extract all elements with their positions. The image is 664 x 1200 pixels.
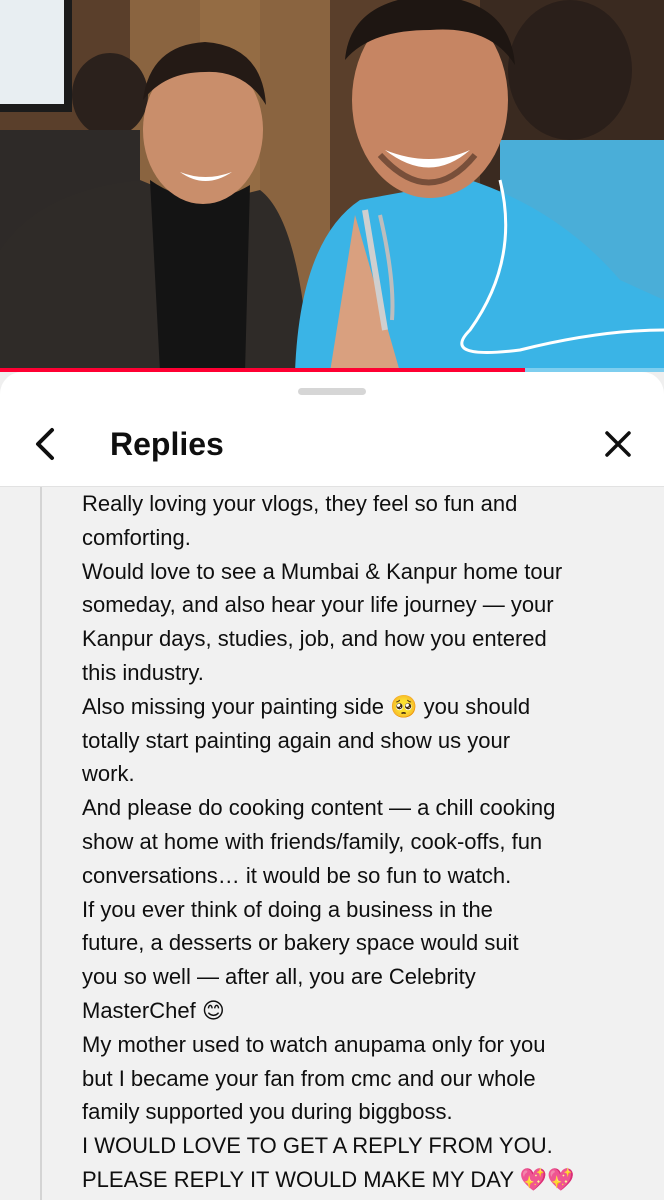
comment-line: And please do cooking content — a chill …: [82, 795, 556, 821]
video-frame-image: [0, 0, 664, 372]
comment-line: show at home with friends/family, cook-o…: [82, 828, 543, 854]
comment-line: but I became your fan from cmc and our w…: [82, 1065, 536, 1091]
sheet-title: Replies: [110, 426, 224, 462]
comment-line: Would love to see a Mumbai & Kanpur home…: [82, 558, 563, 584]
close-icon: [605, 431, 631, 457]
comment-line: this industry.: [82, 659, 204, 685]
chevron-left-icon: [36, 428, 54, 460]
close-button[interactable]: [594, 420, 642, 468]
thread-line: [40, 487, 42, 1200]
comment-line: family supported you during biggboss.: [82, 1099, 453, 1125]
comment-line: Really loving your vlogs, they feel so f…: [82, 491, 518, 516]
back-button[interactable]: [22, 420, 70, 468]
comment-line: future, a desserts or bakery space would…: [82, 930, 519, 956]
video-player[interactable]: [0, 0, 664, 372]
comment-line: conversations… it would be so fun to wat…: [82, 862, 512, 888]
comment-line: someday, and also hear your life journey…: [82, 592, 554, 618]
comment-text: Really loving your vlogs, they feel so f…: [82, 487, 652, 1197]
reply-thread[interactable]: Really loving your vlogs, they feel so f…: [0, 487, 664, 1200]
comment-line: work.: [82, 761, 135, 787]
sheet-drag-handle[interactable]: [298, 388, 366, 395]
comment-line: My mother used to watch anupama only for…: [82, 1031, 546, 1057]
comment-line: totally start painting again and show us…: [82, 727, 511, 753]
replies-sheet: Replies Really loving your vlogs, they f…: [0, 372, 664, 1200]
replies-header: Replies: [0, 402, 664, 486]
comment-line: If you ever think of doing a business in…: [82, 896, 493, 922]
comment-line: PLEASE REPLY IT WOULD MAKE MY DAY 💖💖: [82, 1166, 575, 1192]
comment-line: I WOULD LOVE TO GET A REPLY FROM YOU.: [82, 1133, 553, 1159]
comment-line: Also missing your painting side 🥺 you sh…: [82, 693, 531, 719]
comment-line: comforting.: [82, 524, 191, 550]
comment-line: MasterChef 😊: [82, 997, 225, 1023]
comment-line: you so well — after all, you are Celebri…: [82, 964, 476, 990]
comment-line: Kanpur days, studies, job, and how you e…: [82, 626, 547, 652]
